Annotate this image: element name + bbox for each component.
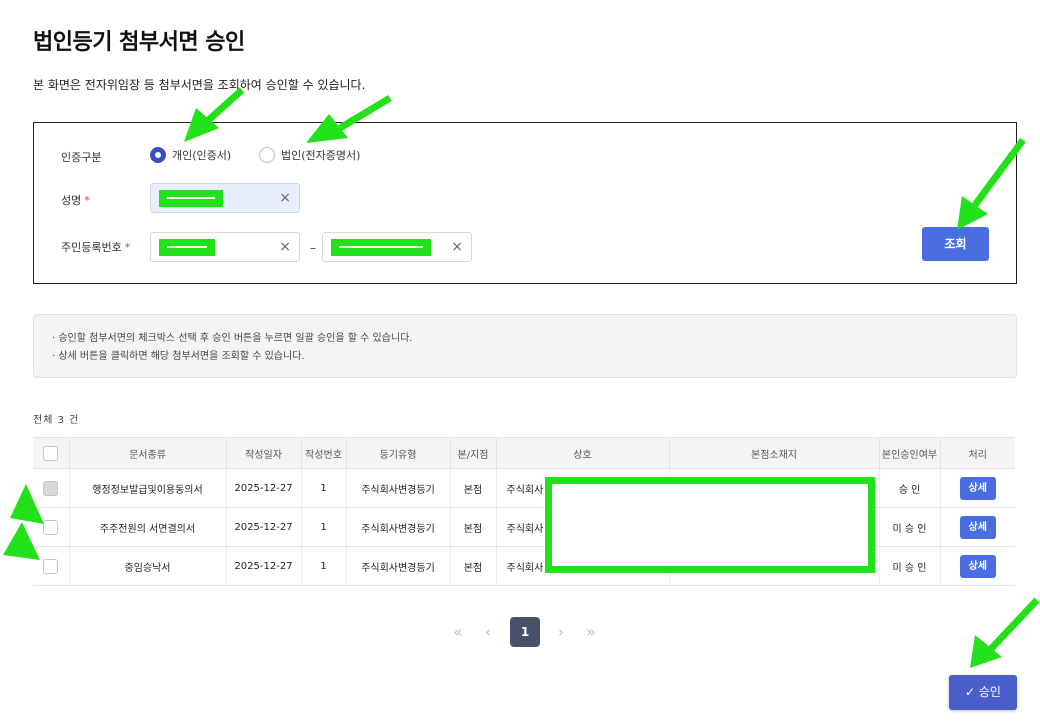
col-header: 본/지점 <box>450 437 497 469</box>
radio-individual[interactable]: 개인(인증서) <box>150 147 231 163</box>
radio-corporate-label: 법인(전자증명서) <box>281 149 361 162</box>
required-mark: * <box>124 241 131 254</box>
name-input[interactable]: × <box>150 183 300 213</box>
table-header-row: 문서종류 작성일자 작성번호 등기유형 본/지점 상호 본점소재지 본인승인여부… <box>33 437 1015 469</box>
approve-button[interactable]: ✓ 승인 <box>949 675 1017 710</box>
check-icon: ✓ <box>965 685 976 699</box>
page-number-current[interactable]: 1 <box>510 617 540 647</box>
required-mark: * <box>84 194 90 207</box>
detail-button[interactable]: 상세 <box>959 515 996 539</box>
select-all-cell <box>33 437 70 469</box>
rrn-label-text: 주민등록번호 <box>61 241 122 254</box>
doc-type-cell: 주주전원의 서면결의서 <box>69 507 227 547</box>
clear-icon[interactable]: × <box>451 239 463 255</box>
row-checkbox[interactable] <box>43 519 59 535</box>
page-title: 법인등기 첨부서면 승인 <box>33 30 245 55</box>
clear-icon[interactable]: × <box>279 190 291 206</box>
page-description: 본 화면은 전자위임장 등 첨부서면을 조회하여 승인할 수 있습니다. <box>33 78 366 92</box>
name-label-text: 성명 <box>61 194 82 207</box>
approve-button-label: 승인 <box>978 685 1001 699</box>
col-header: 작성번호 <box>301 437 347 469</box>
number-cell: 1 <box>301 507 347 547</box>
first-page-icon[interactable]: « <box>448 617 468 647</box>
col-header: 문서종류 <box>69 437 227 469</box>
col-header: 본점소재지 <box>669 437 880 469</box>
total-count: 전체 3 건 <box>33 415 80 426</box>
number-cell: 1 <box>301 468 347 508</box>
date-cell: 2025-12-27 <box>226 507 302 547</box>
col-header: 본인승인여부 <box>879 437 941 469</box>
detail-button[interactable]: 상세 <box>959 476 996 500</box>
info-line: · 상세 버튼을 클릭하면 해당 첨부서면을 조회할 수 있습니다. <box>52 351 305 362</box>
doc-type-cell: 행정정보발급및이용동의서 <box>69 468 227 508</box>
detail-button[interactable]: 상세 <box>959 554 996 578</box>
redaction-box <box>545 477 875 573</box>
branch-cell: 본점 <box>450 468 497 508</box>
reg-type-cell: 주식회사변경등기 <box>346 546 451 586</box>
rrn-front-input[interactable]: × <box>150 232 300 262</box>
rrn-separator: – <box>310 241 316 255</box>
col-header: 작성일자 <box>226 437 302 469</box>
clear-icon[interactable]: × <box>279 239 291 255</box>
reg-type-cell: 주식회사변경등기 <box>346 468 451 508</box>
next-page-icon[interactable]: › <box>551 617 571 647</box>
number-cell: 1 <box>301 546 347 586</box>
approval-status-cell: 승 인 <box>879 468 941 508</box>
date-cell: 2025-12-27 <box>226 546 302 586</box>
date-cell: 2025-12-27 <box>226 468 302 508</box>
redacted-value <box>159 239 215 256</box>
radio-checked-icon <box>150 147 166 163</box>
search-panel: 인증구분 개인(인증서) 법인(전자증명서) 성명 * × 주민등록번호 * × –… <box>33 122 1017 284</box>
branch-cell: 본점 <box>450 546 497 586</box>
col-header: 등기유형 <box>346 437 451 469</box>
radio-unchecked-icon <box>259 147 275 163</box>
col-header: 상호 <box>496 437 670 469</box>
search-button[interactable]: 조회 <box>922 227 989 261</box>
prev-page-icon[interactable]: ‹ <box>478 617 498 647</box>
name-label: 성명 * <box>61 192 90 208</box>
col-header: 처리 <box>940 437 1015 469</box>
rrn-label: 주민등록번호 * <box>61 239 130 255</box>
pagination: « ‹ 1 › » <box>0 617 1040 647</box>
redacted-value <box>159 190 223 207</box>
info-line: · 승인할 첨부서면의 체크박스 선택 후 승인 버튼을 누르면 일괄 승인을 … <box>52 333 413 344</box>
rrn-back-input[interactable]: × <box>322 232 472 262</box>
branch-cell: 본점 <box>450 507 497 547</box>
radio-corporate[interactable]: 법인(전자증명서) <box>259 147 360 163</box>
redacted-value <box>331 239 431 256</box>
select-all-checkbox[interactable] <box>43 445 59 461</box>
info-panel: · 승인할 첨부서면의 체크박스 선택 후 승인 버튼을 누르면 일괄 승인을 … <box>33 314 1017 378</box>
auth-type-label: 인증구분 <box>61 151 102 164</box>
row-checkbox <box>43 480 59 496</box>
doc-type-cell: 중임승낙서 <box>69 546 227 586</box>
reg-type-cell: 주식회사변경등기 <box>346 507 451 547</box>
radio-individual-label: 개인(인증서) <box>172 149 232 162</box>
approval-status-cell: 미 승 인 <box>879 546 941 586</box>
row-checkbox[interactable] <box>43 558 59 574</box>
last-page-icon[interactable]: » <box>581 617 601 647</box>
approval-status-cell: 미 승 인 <box>879 507 941 547</box>
